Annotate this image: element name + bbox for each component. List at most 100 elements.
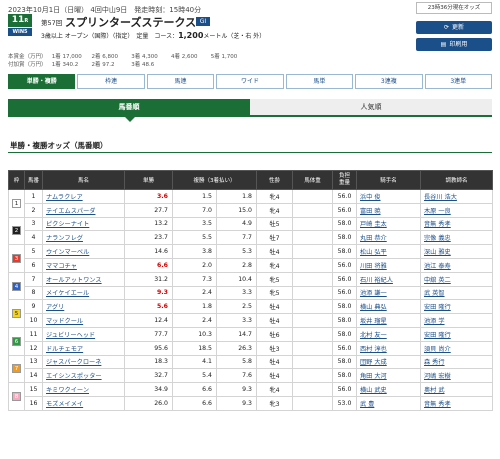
win-odds: 31.2	[124, 271, 173, 287]
prize-main-2: 2着 6,800	[91, 54, 119, 60]
horse-name-link[interactable]: モズメイメイ	[42, 395, 125, 411]
horse-number: 2	[24, 202, 43, 218]
win-odds: 77.7	[124, 326, 173, 342]
table-row: 12 ドルチェモア 95.6 18.5 26.3 牡3 56.0 西村 淳也 須貝 尚介	[9, 340, 493, 356]
body-weight	[292, 299, 333, 315]
place-odds-high: 9.3	[216, 382, 257, 397]
jockey-link[interactable]: 池添 謙一	[356, 285, 421, 301]
carried-weight: 58.0	[332, 326, 357, 342]
jockey-link[interactable]: 坂井 瑠星	[356, 313, 421, 328]
horse-name-link[interactable]: ナムラクレア	[42, 189, 125, 204]
horse-name-link[interactable]: ウインマーベル	[42, 244, 125, 259]
jockey-link[interactable]: 北村 友一	[356, 326, 421, 342]
trainer-link[interactable]: 池添 学	[420, 313, 493, 328]
horse-number: 12	[24, 340, 43, 356]
jockey-link[interactable]: 横山 武史	[356, 382, 421, 397]
table-row: 3 5 ウインマーベル 14.6 3.8 5.3 牡4 58.0 松山 弘平 深山 雅史	[8, 244, 493, 273]
jockey-link[interactable]: 横山 典弘	[356, 299, 421, 315]
conditions-text: 3歳以上 オープン（国際）（指定） 定量 コース：	[41, 33, 179, 40]
jockey-link[interactable]: 川田 将雅	[356, 257, 421, 273]
trainer-link[interactable]: 武 英智	[420, 285, 493, 301]
horse-number: 15	[24, 382, 43, 397]
trainer-link[interactable]: 木原 一良	[420, 202, 493, 218]
sex-age: 牡4	[256, 313, 293, 328]
prize-main-1: 1着 17,000	[51, 54, 82, 60]
trainer-link[interactable]: 奥村 武	[420, 382, 493, 397]
table-row: 4 ナランフレグ 23.7 5.5 7.7 牡7 58.0 丸田 恭介 宗像 義忠	[9, 230, 493, 246]
place-odds-low: 1.8	[172, 299, 217, 315]
jockey-link[interactable]: 団野 大成	[356, 354, 421, 370]
table-row: 6 ママコチャ 6.6 2.0 2.8 牝4 56.0 川田 将雅 池江 泰寿	[9, 257, 493, 273]
tab-bracket-quinella[interactable]: 枠連	[77, 74, 145, 89]
horse-name-link[interactable]: オールアットワンス	[42, 271, 125, 287]
trainer-link[interactable]: 池江 泰寿	[420, 257, 493, 273]
win-odds: 27.7	[124, 202, 173, 218]
tab-quinella[interactable]: 馬連	[146, 74, 215, 89]
grade-badge: GⅠ	[196, 17, 210, 26]
tab-wide[interactable]: ワイド	[216, 74, 284, 89]
sex-age: 牝4	[256, 189, 293, 204]
win-odds: 9.3	[124, 285, 173, 301]
horse-name-link[interactable]: マッドクール	[42, 313, 125, 328]
refresh-button[interactable]: ⟳ 更新	[416, 21, 492, 34]
trainer-link[interactable]: 安田 隆行	[420, 326, 493, 342]
horse-name-link[interactable]: ママコチャ	[42, 257, 125, 273]
jockey-link[interactable]: 角田 大河	[356, 368, 421, 384]
trainer-link[interactable]: 安田 隆行	[420, 299, 493, 315]
jockey-link[interactable]: 松山 弘平	[356, 244, 421, 259]
horse-name-link[interactable]: アグリ	[42, 299, 125, 315]
tab-trifecta[interactable]: 3連単	[424, 74, 492, 89]
sex-age: 牡4	[256, 299, 293, 315]
horse-name-link[interactable]: ジュビリーヘッド	[42, 326, 125, 342]
place-odds-high: 3.3	[216, 285, 257, 301]
prize-extra-3: 3着 48.6	[131, 62, 155, 68]
horse-name-link[interactable]: エイシンスポッター	[42, 368, 125, 384]
jockey-link[interactable]: 武 豊	[356, 395, 421, 411]
distance-value: 1,200	[178, 31, 204, 40]
trainer-link[interactable]: 音無 秀孝	[420, 395, 493, 411]
tab-win-place[interactable]: 単勝・複勝	[8, 74, 76, 89]
horse-number: 5	[24, 244, 43, 259]
trainer-link[interactable]: 音無 秀孝	[420, 216, 493, 232]
horse-name-link[interactable]: メイケイエール	[42, 285, 125, 301]
horse-number: 11	[24, 326, 43, 342]
trainer-link[interactable]: 宗像 義忠	[420, 230, 493, 246]
trainer-link[interactable]: 須貝 尚介	[420, 340, 493, 356]
horse-name-link[interactable]: ジャスパークローネ	[42, 354, 125, 370]
jockey-link[interactable]: 西村 淳也	[356, 340, 421, 356]
jockey-link[interactable]: 石川 裕紀人	[356, 271, 421, 287]
win-odds: 32.7	[124, 368, 173, 384]
tab-exacta[interactable]: 馬単	[285, 74, 354, 89]
win-odds: 18.3	[124, 354, 173, 370]
tab-sort-by-popularity[interactable]: 人気順	[250, 99, 492, 115]
frame-number-chip: 1	[12, 198, 21, 208]
carried-weight: 56.0	[332, 382, 357, 397]
body-weight	[292, 382, 333, 397]
horse-name-link[interactable]: キミワクイーン	[42, 382, 125, 397]
horse-name-link[interactable]: ナランフレグ	[42, 230, 125, 246]
refresh-icon: ⟳	[443, 24, 449, 31]
jockey-link[interactable]: 丸田 恭介	[356, 230, 421, 246]
horse-name-link[interactable]: テイエムスパーダ	[42, 202, 125, 218]
place-odds-low: 5.5	[172, 230, 217, 246]
body-weight	[292, 354, 333, 370]
table-header-row: 枠 馬番 馬名 単勝 複勝（3着払い） 性齢 馬体重 負担 重量 騎手名 調教師…	[8, 170, 493, 190]
trainer-link[interactable]: 深山 雅史	[420, 244, 493, 259]
horse-name-link[interactable]: ピクシーナイト	[42, 216, 125, 232]
race-number: 11	[11, 15, 25, 25]
body-weight	[292, 230, 333, 246]
carried-weight: 53.0	[332, 395, 357, 411]
table-row: 8 メイケイエール 9.3 2.4 3.3 牝5 56.0 池添 謙一武 英智	[9, 285, 493, 301]
body-weight	[292, 285, 333, 301]
jockey-link[interactable]: 戸崎 圭太	[356, 216, 421, 232]
horse-name-link[interactable]: ドルチェモア	[42, 340, 125, 356]
tab-sort-by-number[interactable]: 馬番順	[8, 99, 250, 115]
trainer-link[interactable]: 長谷川 浩大	[420, 189, 493, 204]
trainer-link[interactable]: 中舘 英二	[420, 271, 493, 287]
jockey-link[interactable]: 浜中 俊	[356, 189, 421, 204]
print-button[interactable]: ▤ 印刷用	[416, 38, 492, 51]
trainer-link[interactable]: 森 秀行	[420, 354, 493, 370]
trainer-link[interactable]: 河嶋 宏樹	[420, 368, 493, 384]
jockey-link[interactable]: 富田 暁	[356, 202, 421, 218]
tab-trio[interactable]: 3連複	[355, 74, 423, 89]
